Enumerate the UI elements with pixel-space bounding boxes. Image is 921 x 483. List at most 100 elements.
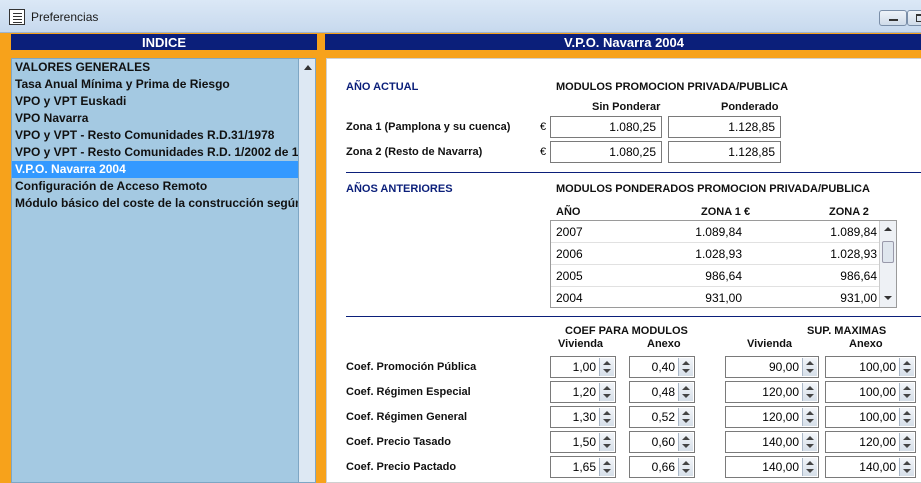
sup-vivienda-spinner[interactable]: 140,00	[725, 456, 819, 478]
decrement-icon[interactable]	[603, 394, 611, 398]
decrement-icon[interactable]	[682, 419, 690, 423]
spinner-arrows-icon[interactable]	[599, 458, 614, 476]
decrement-icon[interactable]	[682, 394, 690, 398]
spinner-arrows-icon[interactable]	[899, 433, 914, 451]
spinner-arrows-icon[interactable]	[899, 383, 914, 401]
scroll-up-icon[interactable]	[884, 227, 892, 231]
decrement-icon[interactable]	[603, 419, 611, 423]
sup-vivienda-spinner[interactable]: 90,00	[725, 356, 819, 378]
increment-icon[interactable]	[806, 386, 814, 390]
coef-anexo-spinner[interactable]: 0,52	[629, 406, 695, 428]
decrement-icon[interactable]	[603, 369, 611, 373]
index-item[interactable]: VPO y VPT - Resto Comunidades R.D. 1/200…	[12, 144, 298, 161]
zone2-ponderado-input[interactable]: 1.128,85	[668, 141, 781, 163]
sup-anexo-spinner[interactable]: 120,00	[825, 431, 916, 453]
spinner-arrows-icon[interactable]	[899, 408, 914, 426]
spinner-arrows-icon[interactable]	[802, 458, 817, 476]
index-item[interactable]: VALORES GENERALES	[12, 59, 298, 76]
increment-icon[interactable]	[806, 411, 814, 415]
decrement-icon[interactable]	[806, 419, 814, 423]
spinner-arrows-icon[interactable]	[599, 408, 614, 426]
index-item[interactable]: VPO y VPT Euskadi	[12, 93, 298, 110]
table-row[interactable]: 2004 931,00 931,00	[551, 287, 879, 309]
spinner-arrows-icon[interactable]	[802, 358, 817, 376]
minimize-button[interactable]	[879, 10, 907, 26]
spinner-arrows-icon[interactable]	[678, 408, 693, 426]
spinner-arrows-icon[interactable]	[678, 433, 693, 451]
decrement-icon[interactable]	[603, 469, 611, 473]
index-scrollbar[interactable]	[299, 58, 316, 483]
increment-icon[interactable]	[682, 436, 690, 440]
decrement-icon[interactable]	[903, 444, 911, 448]
increment-icon[interactable]	[806, 436, 814, 440]
spinner-arrows-icon[interactable]	[899, 358, 914, 376]
index-item[interactable]: V.P.O. Navarra 2004	[12, 161, 298, 178]
scroll-thumb[interactable]	[882, 241, 894, 263]
decrement-icon[interactable]	[806, 444, 814, 448]
spinner-arrows-icon[interactable]	[802, 408, 817, 426]
coef-vivienda-spinner[interactable]: 1,20	[550, 381, 616, 403]
sup-vivienda-spinner[interactable]: 120,00	[725, 406, 819, 428]
spinner-arrows-icon[interactable]	[599, 433, 614, 451]
index-item[interactable]: Configuración de Acceso Remoto	[12, 178, 298, 195]
increment-icon[interactable]	[682, 461, 690, 465]
spinner-arrows-icon[interactable]	[678, 383, 693, 401]
spinner-arrows-icon[interactable]	[802, 383, 817, 401]
increment-icon[interactable]	[682, 411, 690, 415]
decrement-icon[interactable]	[682, 469, 690, 473]
sup-vivienda-spinner[interactable]: 140,00	[725, 431, 819, 453]
spinner-arrows-icon[interactable]	[899, 458, 914, 476]
increment-icon[interactable]	[682, 361, 690, 365]
spinner-arrows-icon[interactable]	[599, 358, 614, 376]
decrement-icon[interactable]	[806, 469, 814, 473]
index-item[interactable]: VPO y VPT - Resto Comunidades R.D.31/197…	[12, 127, 298, 144]
decrement-icon[interactable]	[903, 419, 911, 423]
increment-icon[interactable]	[603, 386, 611, 390]
decrement-icon[interactable]	[806, 369, 814, 373]
coef-anexo-spinner[interactable]: 0,40	[629, 356, 695, 378]
increment-icon[interactable]	[603, 461, 611, 465]
index-item[interactable]: VPO Navarra	[12, 110, 298, 127]
zone1-sin-ponderar-input[interactable]: 1.080,25	[550, 116, 662, 138]
coef-vivienda-spinner[interactable]: 1,50	[550, 431, 616, 453]
decrement-icon[interactable]	[903, 469, 911, 473]
scroll-down-icon[interactable]	[884, 296, 892, 300]
scroll-up-icon[interactable]	[304, 65, 312, 70]
decrement-icon[interactable]	[682, 369, 690, 373]
decrement-icon[interactable]	[806, 394, 814, 398]
sup-vivienda-spinner[interactable]: 120,00	[725, 381, 819, 403]
increment-icon[interactable]	[806, 361, 814, 365]
coef-anexo-spinner[interactable]: 0,60	[629, 431, 695, 453]
zone2-sin-ponderar-input[interactable]: 1.080,25	[550, 141, 662, 163]
increment-icon[interactable]	[903, 436, 911, 440]
increment-icon[interactable]	[903, 361, 911, 365]
coef-anexo-spinner[interactable]: 0,66	[629, 456, 695, 478]
increment-icon[interactable]	[806, 461, 814, 465]
increment-icon[interactable]	[603, 411, 611, 415]
maximize-button[interactable]	[907, 10, 921, 26]
increment-icon[interactable]	[903, 461, 911, 465]
table-row[interactable]: 2006 1.028,93 1.028,93	[551, 243, 879, 265]
increment-icon[interactable]	[682, 386, 690, 390]
increment-icon[interactable]	[903, 411, 911, 415]
increment-icon[interactable]	[603, 361, 611, 365]
spinner-arrows-icon[interactable]	[802, 433, 817, 451]
coef-anexo-spinner[interactable]: 0,48	[629, 381, 695, 403]
table-row[interactable]: 2007 1.089,84 1.089,84	[551, 221, 879, 243]
decrement-icon[interactable]	[903, 394, 911, 398]
spinner-arrows-icon[interactable]	[678, 358, 693, 376]
coef-vivienda-spinner[interactable]: 1,00	[550, 356, 616, 378]
index-item[interactable]: Módulo básico del coste de la construcci…	[12, 195, 298, 212]
zone1-ponderado-input[interactable]: 1.128,85	[668, 116, 781, 138]
table-row[interactable]: 2005 986,64 986,64	[551, 265, 879, 287]
coef-vivienda-spinner[interactable]: 1,65	[550, 456, 616, 478]
table-scrollbar[interactable]	[879, 221, 896, 307]
decrement-icon[interactable]	[603, 444, 611, 448]
coef-vivienda-spinner[interactable]: 1,30	[550, 406, 616, 428]
sup-anexo-spinner[interactable]: 140,00	[825, 456, 916, 478]
spinner-arrows-icon[interactable]	[678, 458, 693, 476]
sup-anexo-spinner[interactable]: 100,00	[825, 381, 916, 403]
index-item[interactable]: Tasa Anual Mínima y Prima de Riesgo	[12, 76, 298, 93]
increment-icon[interactable]	[903, 386, 911, 390]
decrement-icon[interactable]	[903, 369, 911, 373]
